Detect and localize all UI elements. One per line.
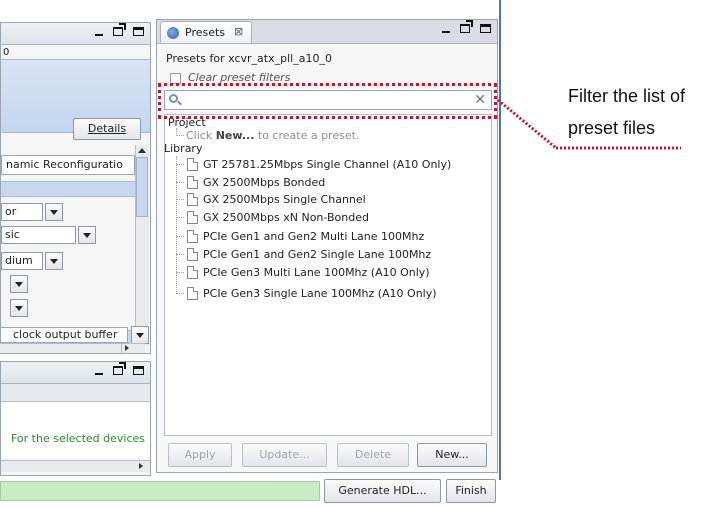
clock-output-field[interactable]: clock output buffer xyxy=(0,327,128,343)
document-icon xyxy=(187,211,198,224)
annotation-text-line1: Filter the list of xyxy=(568,86,686,106)
parameters-panel: 0 Details namic Reconfiguratio or sic di… xyxy=(0,22,151,354)
tree-connector xyxy=(176,236,184,237)
maximize-icon[interactable] xyxy=(133,366,144,375)
document-icon xyxy=(187,266,198,279)
tree-connector xyxy=(176,272,184,273)
arrow-right-icon[interactable] xyxy=(139,463,143,469)
document-icon xyxy=(187,176,198,189)
update-button[interactable]: Update... xyxy=(242,443,327,467)
preset-item-gx-xn[interactable]: GX 2500Mbps xN Non-Bonded xyxy=(187,209,369,226)
messages-panel: For the selected devices xyxy=(0,361,151,476)
window-edge xyxy=(499,0,501,480)
tree-library-label: Library xyxy=(164,142,203,155)
minimize-icon[interactable] xyxy=(442,30,450,33)
tree-connector xyxy=(176,199,184,200)
tree-connector xyxy=(176,217,184,218)
presets-tab-title: Presets xyxy=(185,26,226,39)
document-icon xyxy=(187,193,198,206)
new-preset-button[interactable]: New... xyxy=(417,443,487,467)
dropdown-2-arrow-icon[interactable] xyxy=(78,226,96,244)
scroll-thumb[interactable] xyxy=(136,157,148,217)
preset-item-gx-bonded[interactable]: GX 2500Mbps Bonded xyxy=(187,174,325,191)
delete-button[interactable]: Delete xyxy=(337,443,409,467)
dropdown-1[interactable]: or xyxy=(1,203,43,221)
document-icon xyxy=(187,287,198,300)
tree-connector xyxy=(176,156,177,294)
dropdown-2[interactable]: sic xyxy=(1,226,76,244)
details-button[interactable]: Details xyxy=(73,118,141,140)
preset-item-pcie-gen3-single[interactable]: PCIe Gen3 Single Lane 100Mhz (A10 Only) xyxy=(187,285,437,302)
float-window-icon[interactable] xyxy=(460,20,473,33)
generate-hdl-button[interactable]: Generate HDL... xyxy=(324,479,441,503)
status-bar xyxy=(0,481,320,501)
presets-icon xyxy=(167,27,179,39)
tab-dynamic-reconfiguration[interactable]: namic Reconfiguratio xyxy=(1,155,135,175)
preset-item-gt-25781[interactable]: GT 25781.25Mbps Single Channel (A10 Only… xyxy=(187,156,451,173)
dropdown-3[interactable]: dium xyxy=(1,252,43,270)
preset-item-gx-single[interactable]: GX 2500Mbps Single Channel xyxy=(187,191,366,208)
minimize-icon[interactable] xyxy=(95,372,103,375)
dropdown-4-arrow-icon[interactable] xyxy=(10,275,28,293)
clock-output-arrow-icon[interactable] xyxy=(131,326,149,344)
tree-connector xyxy=(176,164,184,165)
messages-header xyxy=(1,384,150,402)
presets-tab[interactable]: Presets ⊠ xyxy=(160,21,252,43)
presets-heading: Presets for xcvr_atx_pll_a10_0 xyxy=(166,52,332,65)
dropdown-5-arrow-icon[interactable] xyxy=(10,299,28,317)
messages-list xyxy=(1,402,150,458)
scroll-up-icon[interactable] xyxy=(138,148,146,153)
minimize-icon[interactable] xyxy=(95,33,103,36)
annotation-text-line2: preset files xyxy=(568,118,656,138)
dropdown-1-arrow-icon[interactable] xyxy=(45,203,63,221)
float-window-icon[interactable] xyxy=(113,23,126,36)
tree-connector xyxy=(176,293,184,294)
tree-connector xyxy=(176,182,184,183)
finish-button[interactable]: Finish xyxy=(446,479,496,503)
maximize-icon[interactable] xyxy=(480,24,491,33)
preset-item-pcie-gen12-multi[interactable]: PCIe Gen1 and Gen2 Multi Lane 100Mhz xyxy=(187,228,424,245)
dropdown-3-arrow-icon[interactable] xyxy=(45,252,63,270)
project-hint: Click New... to create a preset. xyxy=(186,129,360,142)
tree-connector xyxy=(176,254,184,255)
document-icon xyxy=(187,158,198,171)
arrow-right-icon xyxy=(125,345,129,351)
preset-item-pcie-gen12-single[interactable]: PCIe Gen1 and Gen2 Single Lane 100Mhz xyxy=(187,246,431,263)
messages-horizontal-scrollbar[interactable] xyxy=(1,460,150,472)
tree-connector xyxy=(176,135,184,136)
float-window-icon[interactable] xyxy=(113,362,126,375)
panel-subtitle: 0 xyxy=(3,47,10,58)
search-highlight-box xyxy=(158,83,497,119)
section-header-bar xyxy=(1,181,135,197)
parameters-panel-titlebar xyxy=(1,23,150,45)
message-text: For the selected devices xyxy=(11,432,146,445)
messages-panel-titlebar xyxy=(1,362,150,384)
document-icon xyxy=(187,230,198,243)
document-icon xyxy=(187,248,198,261)
close-icon[interactable]: ⊠ xyxy=(234,25,243,38)
preset-item-pcie-gen3-multi[interactable]: PCIe Gen3 Multi Lane 100Mhz (A10 Only) xyxy=(187,264,430,281)
maximize-icon[interactable] xyxy=(133,27,144,36)
apply-button[interactable]: Apply xyxy=(168,443,232,467)
